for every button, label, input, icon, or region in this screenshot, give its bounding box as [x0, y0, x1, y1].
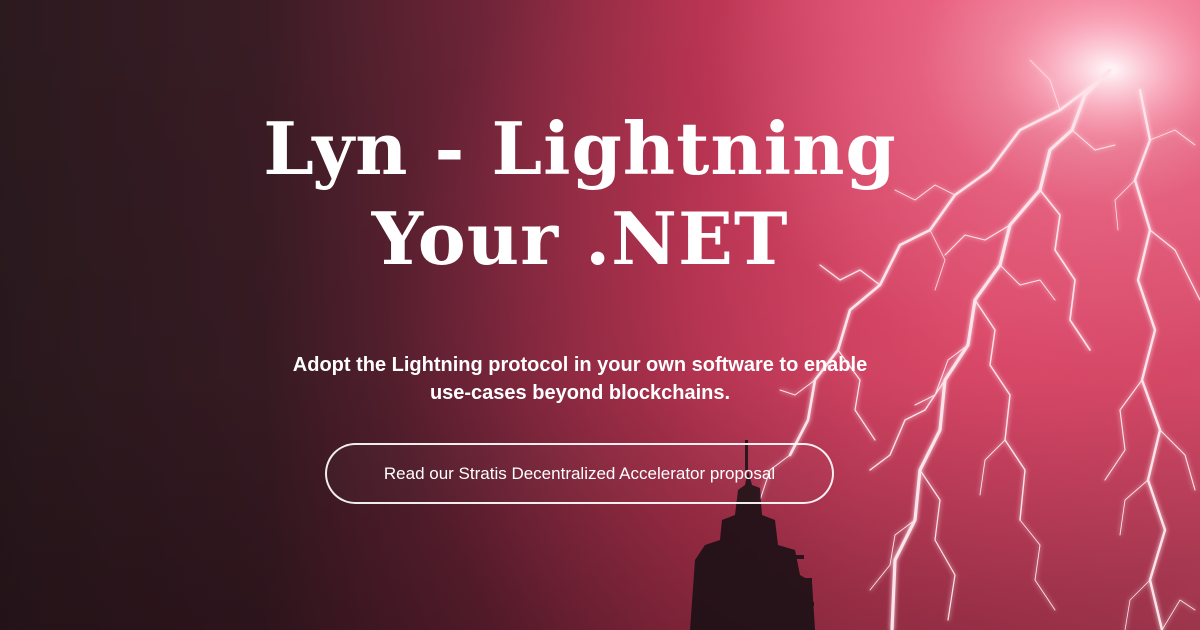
page-title: Lyn - Lightning Your .NET	[0, 104, 1160, 284]
subtitle-line-1: Adopt the Lightning protocol in your own…	[292, 354, 868, 376]
title-line-1: Lyn - Lightning	[263, 106, 897, 191]
title-line-2: Your .NET	[371, 196, 789, 281]
tower-silhouette	[690, 440, 815, 630]
hero-section	[0, 0, 1200, 630]
hero-subtitle: Adopt the Lightning protocol in your own…	[0, 351, 1160, 407]
subtitle-line-2: use-cases beyond blockchains.	[429, 382, 731, 404]
proposal-cta-button[interactable]: Read our Stratis Decentralized Accelerat…	[325, 443, 834, 504]
